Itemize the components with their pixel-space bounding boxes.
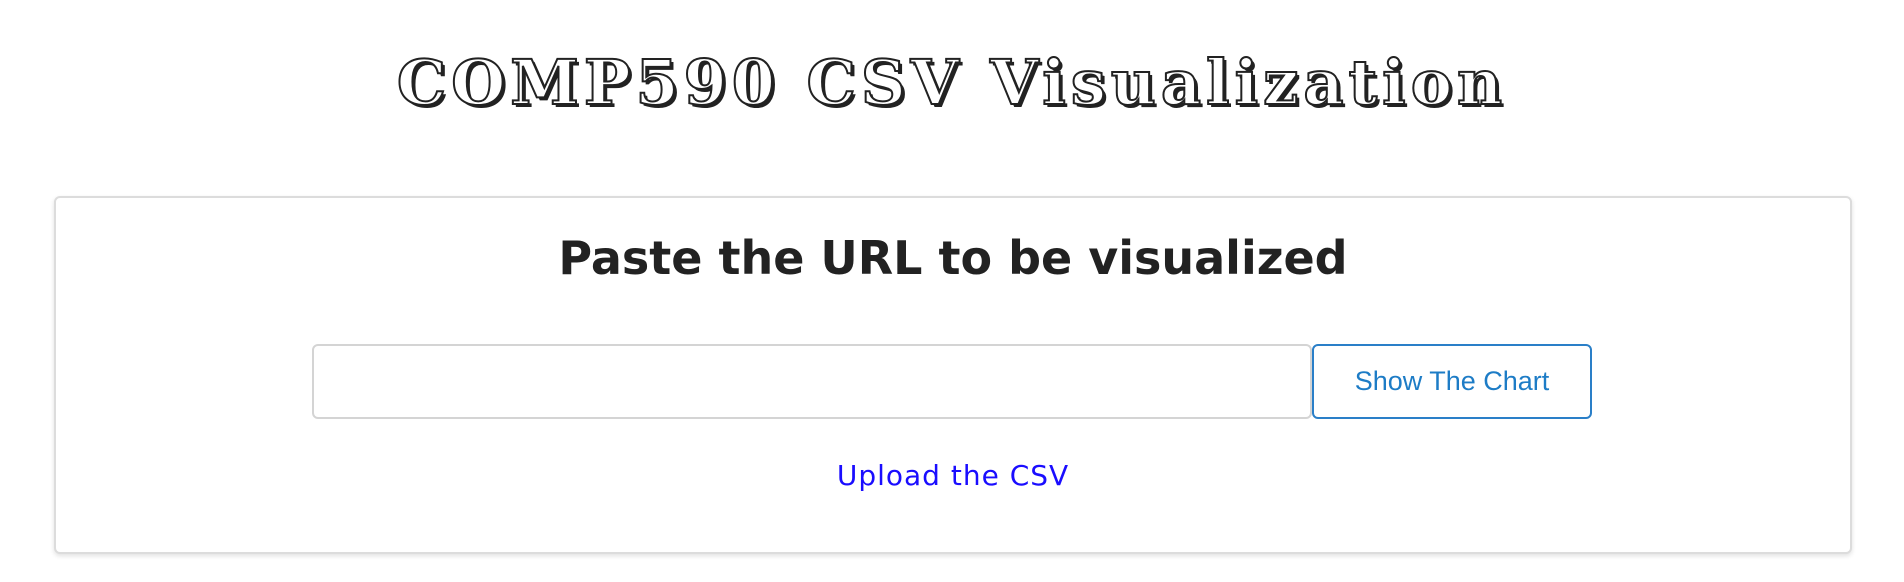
show-chart-button[interactable]: Show The Chart (1312, 344, 1592, 419)
upload-csv-link[interactable]: Upload the CSV (56, 456, 1850, 496)
url-input[interactable] (312, 344, 1312, 419)
card-heading: Paste the URL to be visualized (558, 231, 1348, 285)
page: COMP590 CSV Visualization Paste the URL … (0, 0, 1904, 582)
url-card: Paste the URL to be visualized Show The … (54, 196, 1852, 554)
page-title: COMP590 CSV Visualization (396, 45, 1508, 120)
